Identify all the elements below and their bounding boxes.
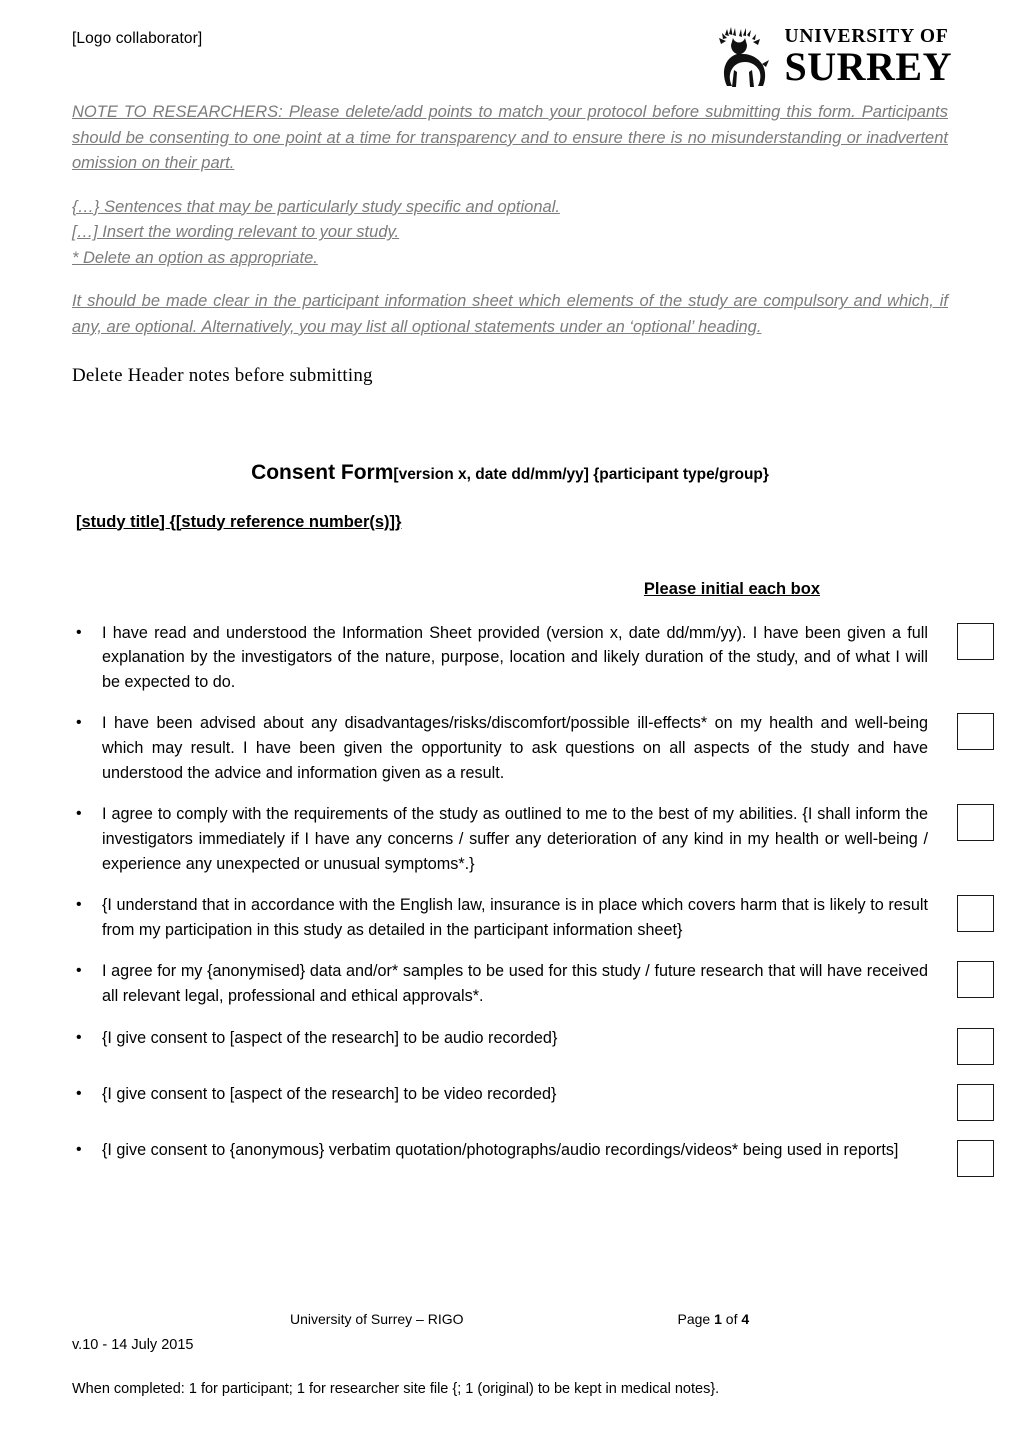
note-optional-statements: It should be made clear in the participa… [72,292,948,336]
initial-box-cell [950,802,1008,842]
consent-form-title: Consent Form [251,460,394,484]
initial-box-cell [950,959,1008,999]
stag-icon [718,27,769,87]
consent-item-text: I have read and understood the Informati… [102,623,928,691]
consent-items-list: • I have read and understood the Informa… [0,621,1020,1177]
consent-item-text: {I give consent to {anonymous} verbatim … [102,1140,899,1159]
university-wordmark: UNIVERSITY OF SURREY [785,27,952,88]
initial-box[interactable] [957,1083,994,1121]
consent-item-text: {I give consent to [aspect of the resear… [102,1084,557,1103]
consent-form-subtitle: [version x, date dd/mm/yy] {participant … [393,465,769,483]
initial-box[interactable] [957,804,994,842]
footer-page-indicator: Page 1 of 4 [678,1311,750,1327]
consent-item: • I have read and understood the Informa… [72,621,1020,695]
bullet-icon: • [76,1140,82,1158]
initial-box-cell [950,621,1008,660]
initial-box[interactable] [957,1139,994,1177]
consent-item-text: I agree for my {anonymised} data and/or*… [102,962,928,1005]
page-number: 1 [714,1311,722,1327]
initial-box-cell [950,1026,1008,1065]
legend-curly-braces: {…} Sentences that may be particularly s… [72,197,560,216]
university-of-surrey-logo: UNIVERSITY OF SURREY [707,26,952,88]
study-title-field: [study title] {[study reference number(s… [76,512,402,531]
consent-item: • {I give consent to [aspect of the rese… [72,1026,1020,1065]
page-middle: of [721,1311,742,1327]
bullet-icon: • [76,805,82,823]
bullet-icon: • [76,896,82,914]
consent-item: • {I understand that in accordance with … [72,893,1020,942]
bullet-icon: • [76,623,82,641]
bullet-icon: • [76,962,82,980]
bullet-icon: • [76,714,82,732]
document-page: [Logo collaborator] UNIVERSITY OF SURREY… [0,0,1020,1443]
initial-box[interactable] [957,961,994,999]
university-line2: SURREY [784,44,952,90]
consent-item-text: {I understand that in accordance with th… [102,896,928,939]
initial-box[interactable] [957,895,994,933]
page-header: [Logo collaborator] UNIVERSITY OF SURREY [0,0,1020,100]
delete-header-note: Delete Header notes before submitting [72,364,373,386]
legend-asterisk: * Delete an option as appropriate. [72,248,318,267]
page-prefix: Page [677,1311,715,1327]
consent-item: • {I give consent to [aspect of the rese… [72,1082,1020,1121]
footer-version: v.10 - 14 July 2015 [72,1337,194,1353]
initial-box[interactable] [957,713,994,751]
page-total: 4 [741,1311,750,1327]
note-to-researchers: NOTE TO RESEARCHERS: Please delete/add p… [72,103,948,173]
consent-item: • I agree to comply with the requirement… [72,802,1020,876]
footer-completion-note: When completed: 1 for participant; 1 for… [72,1381,720,1397]
initial-instruction: Please initial each box [643,579,820,598]
consent-item-text: I have been advised about any disadvanta… [102,714,928,782]
footer-main-row: University of Surrey – RIGO Page 1 of 4 [72,1311,948,1327]
consent-item-text: {I give consent to [aspect of the resear… [102,1028,558,1047]
bullet-icon: • [76,1028,82,1046]
initial-box-cell [950,1082,1008,1121]
footer-organisation: University of Surrey – RIGO [290,1311,464,1327]
legend-square-brackets: […] Insert the wording relevant to your … [72,223,400,242]
initial-box[interactable] [957,622,994,660]
bullet-icon: • [76,1084,82,1102]
initial-box-cell [950,1138,1008,1177]
page-footer: University of Surrey – RIGO Page 1 of 4 … [0,1311,1020,1397]
consent-item: • I have been advised about any disadvan… [72,711,1020,785]
initial-box-cell [950,893,1008,933]
researcher-notes-block: NOTE TO RESEARCHERS: Please delete/add p… [0,100,1020,387]
title-block: Consent Form[version x, date dd/mm/yy] {… [0,461,1020,599]
initial-box[interactable] [957,1027,994,1065]
consent-item: • I agree for my {anonymised} data and/o… [72,959,1020,1008]
consent-item: • {I give consent to {anonymous} verbati… [72,1138,1020,1177]
consent-item-text: I agree to comply with the requirements … [102,805,928,873]
page-title: Consent Form[version x, date dd/mm/yy] {… [0,461,1020,485]
initial-box-cell [950,711,1008,751]
